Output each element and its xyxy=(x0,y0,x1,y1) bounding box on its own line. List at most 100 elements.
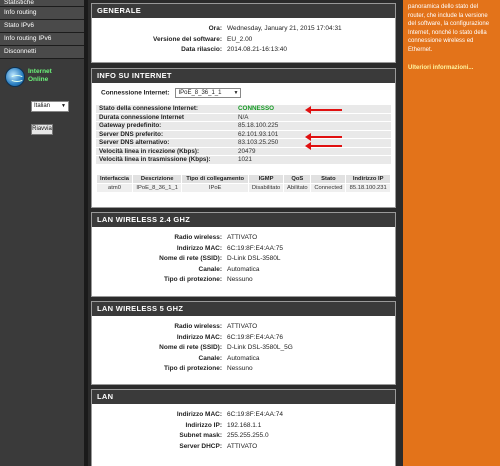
table-header-row: Interfaccia Descrizione Tipo di collegam… xyxy=(96,173,391,184)
info-row: Subnet mask: 255.255.255.0 xyxy=(96,431,391,442)
globe-icon xyxy=(5,67,25,87)
row-label: Canale: xyxy=(198,354,222,362)
row-value: Automatica xyxy=(227,265,260,273)
row-label: Data rilascio: xyxy=(181,46,222,53)
row-value: Wednesday, January 21, 2015 17:04:31 xyxy=(227,25,342,32)
more-info-link[interactable]: Ulteriori informazioni... xyxy=(408,64,495,73)
row-value: N/A xyxy=(238,113,249,121)
info-row: Indirizzo MAC: 6C:19:8F:E4:AA:76 xyxy=(96,333,391,344)
row-value: 6C:19:8F:E4:AA:76 xyxy=(227,333,284,341)
row-value: EU_2.00 xyxy=(227,35,253,43)
info-row: Indirizzo MAC: 6C:19:8F:E4:AA:74 xyxy=(96,410,391,421)
row-label: Radio wireless: xyxy=(174,323,222,330)
table-cell: IPoE_8_36_1_1 xyxy=(131,182,183,193)
sidebar-item-stato-ipv6[interactable]: Stato IPv6 xyxy=(0,20,84,33)
row-label: Indirizzo MAC: xyxy=(176,411,222,418)
info-row: Radio wireless: ATTIVATO xyxy=(96,322,391,333)
internet-row: Gateway predefinito: 85.18.100.225 xyxy=(96,122,391,131)
row-value: D-Link DSL-3580L_5G xyxy=(227,344,293,351)
panel-title: LAN WIRELESS 2.4 GHZ xyxy=(92,213,395,227)
row-label: Nome di rete (SSID): xyxy=(159,344,222,351)
row-label: Nome di rete (SSID): xyxy=(159,255,222,262)
row-label: Indirizzo MAC: xyxy=(176,244,222,252)
row-label: Gateway predefinito: xyxy=(99,122,162,129)
info-row: Tipo di protezione: Nessuno xyxy=(96,275,391,286)
info-row: Server DHCP: ATTIVATO xyxy=(96,442,391,453)
info-row: Nome di rete (SSID): D-Link DSL-3580L xyxy=(96,254,391,265)
internet-status: Internet Online xyxy=(0,65,84,95)
panel-wlan-5: LAN WIRELESS 5 GHZ Radio wireless: ATTIVA… xyxy=(91,301,396,385)
info-row: Indirizzo MAC: 6C:19:8F:E4:AA:75 xyxy=(96,244,391,255)
internet-row: Velocità linea in trasmissione (Kbps): 1… xyxy=(96,156,391,165)
info-row: Nome di rete (SSID): D-Link DSL-3580L_5G xyxy=(96,343,391,354)
row-label: Versione del software: xyxy=(153,35,222,43)
row-value: ATTIVATO xyxy=(227,442,258,450)
panel-generale: GENERALE Ora: Wednesday, January 21, 201… xyxy=(91,3,396,63)
table-cell: 85.18.100.231 xyxy=(345,182,391,193)
row-label: Server DNS alternativo: xyxy=(99,139,170,146)
row-label: Radio wireless: xyxy=(174,234,222,241)
help-sidebar: panoramica dello stato del router, che i… xyxy=(403,0,500,466)
column-header: QoS xyxy=(283,173,312,184)
column-header: Interfaccia xyxy=(96,173,133,184)
table-cell: Abilitato xyxy=(283,182,312,193)
row-label: Tipo di protezione: xyxy=(163,276,222,283)
panel-internet: INFO SU INTERNET Connessione Internet: I… xyxy=(91,68,396,208)
row-value: 6C:19:8F:E4:AA:75 xyxy=(227,244,284,252)
sidebar-item-info-routing-ipv6[interactable]: Info routing IPv6 xyxy=(0,33,84,46)
reboot-button[interactable]: Riavvia xyxy=(31,124,53,135)
info-row: Ora: Wednesday, January 21, 2015 17:04:3… xyxy=(96,24,391,35)
panel-lan: LAN Indirizzo MAC: 6C:19:8F:E4:AA:74 Indi… xyxy=(91,389,396,466)
language-select[interactable]: Italian ▼ xyxy=(31,101,69,112)
row-label: Ora: xyxy=(208,25,222,32)
row-label: Velocità linea in trasmissione (Kbps): xyxy=(99,156,211,163)
row-value: Nessuno xyxy=(227,365,253,372)
row-label: Durata connessione Internet xyxy=(99,113,185,121)
connection-select[interactable]: IPoE_8_36_1_1 ▼ xyxy=(175,88,242,98)
connection-value: IPoE_8_36_1_1 xyxy=(178,90,222,96)
row-value: ATTIVATO xyxy=(227,323,258,330)
row-value: 85.18.100.225 xyxy=(238,122,279,129)
info-row: Versione del software: EU_2.00 xyxy=(96,35,391,46)
row-label: Subnet mask: xyxy=(179,432,222,439)
row-value: 2014.08.21-16:13:40 xyxy=(227,46,287,53)
internet-row: Server DNS preferito: 62.101.93.101 xyxy=(96,130,391,139)
sidebar-item-info-routing[interactable]: Info routing xyxy=(0,7,84,20)
panel-title: LAN xyxy=(92,390,395,404)
sidebar-item-disconnetti[interactable]: Disconnetti xyxy=(0,46,84,59)
annotation-arrow-icon xyxy=(305,142,342,150)
row-value: D-Link DSL-3580L xyxy=(227,255,281,262)
info-row: Indirizzo IP: 192.168.1.1 xyxy=(96,421,391,432)
row-value: 1021 xyxy=(238,156,253,163)
row-label: Stato della connessione Internet: xyxy=(99,105,199,112)
column-header: Indirizzo IP xyxy=(345,173,391,184)
internet-row: Velocità linea in ricezione (Kbps): 2047… xyxy=(96,147,391,156)
row-value: Nessuno xyxy=(227,276,253,283)
row-value: 255.255.255.0 xyxy=(227,432,269,439)
row-label: Indirizzo MAC: xyxy=(176,333,222,341)
table-cell: Disabilitato xyxy=(247,182,285,193)
row-label: Server DHCP: xyxy=(179,442,222,450)
panel-wlan-24: LAN WIRELESS 2.4 GHZ Radio wireless: ATTI… xyxy=(91,212,396,297)
row-value: Automatica xyxy=(227,354,260,362)
panel-title: GENERALE xyxy=(92,4,395,18)
internet-row: Stato della connessione Internet: CONNES… xyxy=(96,105,391,114)
main-content: GENERALE Ora: Wednesday, January 21, 201… xyxy=(88,0,399,466)
help-text: panoramica dello stato del router, che i… xyxy=(408,4,490,53)
info-row: Tipo di protezione: Nessuno xyxy=(96,364,391,375)
column-header: Descrizione xyxy=(131,173,183,184)
chevron-down-icon: ▼ xyxy=(61,103,66,109)
row-label: Indirizzo IP: xyxy=(185,421,222,429)
info-row: Canale: Automatica xyxy=(96,354,391,365)
annotation-arrow-icon xyxy=(305,133,342,141)
table-cell: IPoE xyxy=(181,182,249,193)
table-row: atm0 IPoE_8_36_1_1 IPoE Disabilitato Abi… xyxy=(96,182,391,193)
info-row: Canale: Automatica xyxy=(96,265,391,276)
panel-title: INFO SU INTERNET xyxy=(92,69,395,83)
row-label: Canale: xyxy=(198,265,222,273)
internet-status-label: Internet Online xyxy=(28,68,52,83)
left-sidebar: Statistiche Info routing Stato IPv6 Info… xyxy=(0,0,84,466)
language-value: Italian xyxy=(34,103,51,109)
panel-title: LAN WIRELESS 5 GHZ xyxy=(92,302,395,316)
sidebar-item-statistiche[interactable]: Statistiche xyxy=(0,0,84,7)
